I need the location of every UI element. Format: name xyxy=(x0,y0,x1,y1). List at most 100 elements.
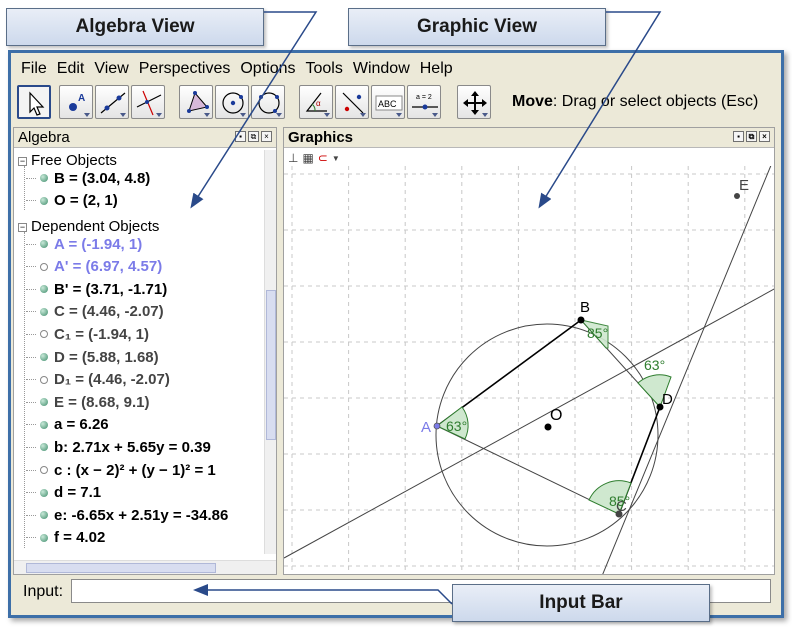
visible-object-toggle-icon[interactable] xyxy=(40,488,48,497)
tool-help-text: Move: Drag or select objects (Esc) xyxy=(512,93,758,111)
algebra-object-row[interactable]: f = 4.02 xyxy=(26,527,105,549)
visible-object-toggle-icon[interactable] xyxy=(40,398,48,407)
line-ab[interactable] xyxy=(284,288,775,559)
visible-object-toggle-icon[interactable] xyxy=(40,533,48,542)
angle-label-c: 85° xyxy=(609,493,630,509)
point-b[interactable] xyxy=(577,316,585,324)
algebra-object-row[interactable]: B' = (3.71, -1.71) xyxy=(26,278,167,300)
grid-toggle-icon[interactable]: ▦ xyxy=(302,151,313,165)
algebra-object-text: B' = (3.71, -1.71) xyxy=(54,280,168,298)
graphics-options-icon[interactable]: ▪ xyxy=(733,131,744,142)
move-tool-button[interactable] xyxy=(17,85,51,119)
visible-object-toggle-icon[interactable] xyxy=(40,196,48,205)
toolbar: A α ABC a = 2 Move: Drag or select objec… xyxy=(17,85,777,123)
visible-object-toggle-icon[interactable] xyxy=(40,240,48,248)
algebra-object-text: f = 4.02 xyxy=(54,529,106,547)
menu-view[interactable]: View xyxy=(89,60,133,78)
geogebra-window: File Edit View Perspectives Options Tool… xyxy=(8,50,784,618)
hidden-object-toggle-icon[interactable] xyxy=(40,466,48,474)
visible-object-toggle-icon[interactable] xyxy=(40,511,48,520)
line-tool-button[interactable] xyxy=(95,85,129,119)
algebra-object-row[interactable]: C₁ = (-1.94, 1) xyxy=(26,323,149,345)
magnet-icon[interactable]: ⊂ xyxy=(318,151,328,165)
circle-through-points-tool-button[interactable] xyxy=(251,85,285,119)
algebra-object-row[interactable]: e: -6.65x + 2.51y = -34.86 xyxy=(26,504,228,526)
algebra-object-row[interactable]: D = (5.88, 1.68) xyxy=(26,346,159,368)
graphics-close-icon[interactable]: × xyxy=(759,131,770,142)
algebra-vertical-scrollbar[interactable] xyxy=(264,150,276,554)
algebra-object-row[interactable]: E = (8.68, 9.1) xyxy=(26,391,149,413)
algebra-object-row[interactable]: O = (2, 1) xyxy=(26,190,118,212)
move-graphics-tool-button[interactable] xyxy=(457,85,491,119)
algebra-object-row[interactable]: c : (x − 2)² + (y − 1)² = 1 xyxy=(26,459,216,481)
algebra-object-row[interactable]: b: 2.71x + 5.65y = 0.39 xyxy=(26,436,211,458)
collapse-icon[interactable]: − xyxy=(18,223,27,232)
angle-label-d: 63° xyxy=(644,357,665,373)
menu-file[interactable]: File xyxy=(11,60,52,78)
algebra-object-text: A = (-1.94, 1) xyxy=(54,235,143,253)
algebra-object-text: O = (2, 1) xyxy=(54,192,118,210)
menu-tools[interactable]: Tools xyxy=(300,60,347,78)
algebra-object-row[interactable]: D₁ = (4.46, -2.07) xyxy=(26,369,170,391)
point-a[interactable] xyxy=(433,422,441,430)
hidden-object-toggle-icon[interactable] xyxy=(40,262,48,271)
menu-perspectives[interactable]: Perspectives xyxy=(134,60,236,78)
graphics-title: Graphics ▪ ⧉ × xyxy=(284,128,774,148)
algebra-view: Algebra ▪ ⧉ × − Free Objects B = (3.04, 4… xyxy=(13,127,277,575)
svg-text:A: A xyxy=(78,93,85,104)
slider-tool-button[interactable]: a = 2 xyxy=(407,85,441,119)
point-o[interactable] xyxy=(544,423,552,431)
menu-window[interactable]: Window xyxy=(348,60,415,78)
chevron-down-icon[interactable]: ▼ xyxy=(332,154,340,163)
visible-object-toggle-icon[interactable] xyxy=(40,353,48,361)
hidden-object-toggle-icon[interactable] xyxy=(40,375,48,384)
algebra-close-icon[interactable]: × xyxy=(261,131,272,142)
callout-input-bar: Input Bar xyxy=(452,584,710,622)
algebra-object-row[interactable]: a = 6.26 xyxy=(26,414,109,436)
angle-label-a: 63° xyxy=(446,418,467,434)
polygon-tool-button[interactable] xyxy=(179,85,213,119)
point-tool-button[interactable]: A xyxy=(59,85,93,119)
label-e: E xyxy=(739,177,749,194)
perpendicular-tool-button[interactable] xyxy=(131,85,165,119)
graphics-undock-icon[interactable]: ⧉ xyxy=(746,131,757,142)
menu-help[interactable]: Help xyxy=(415,60,458,78)
algebra-object-text: A' = (6.97, 4.57) xyxy=(54,258,163,276)
graphics-canvas[interactable]: A B D C E O 63° 85° 63° 85° xyxy=(284,166,775,575)
hidden-object-toggle-icon[interactable] xyxy=(40,330,48,339)
algebra-title: Algebra ▪ ⧉ × xyxy=(14,128,276,148)
collapse-icon[interactable]: − xyxy=(18,157,27,166)
algebra-object-row[interactable]: d = 7.1 xyxy=(26,482,101,504)
algebra-options-icon[interactable]: ▪ xyxy=(235,131,246,142)
tool-help-name: Move xyxy=(512,93,553,110)
visible-object-toggle-icon[interactable] xyxy=(40,307,48,316)
callout-graphic-view: Graphic View xyxy=(348,8,606,46)
algebra-object-text: C = (4.46, -2.07) xyxy=(54,303,164,321)
algebra-object-text: E = (8.68, 9.1) xyxy=(54,393,150,411)
svg-text:a = 2: a = 2 xyxy=(416,94,432,101)
visible-object-toggle-icon[interactable] xyxy=(40,285,48,294)
algebra-object-row[interactable]: A = (-1.94, 1) xyxy=(26,233,142,255)
axes-toggle-icon[interactable]: ⊥ xyxy=(288,151,298,165)
algebra-undock-icon[interactable]: ⧉ xyxy=(248,131,259,142)
svg-text:α: α xyxy=(316,99,321,108)
visible-object-toggle-icon[interactable] xyxy=(40,174,48,182)
algebra-object-text: a = 6.26 xyxy=(54,416,109,434)
text-tool-button[interactable]: ABC xyxy=(371,85,405,119)
algebra-object-text: d = 7.1 xyxy=(54,484,102,502)
graphics-style-bar: ⊥ ▦ ⊂ ▼ xyxy=(288,150,340,166)
menu-options[interactable]: Options xyxy=(235,60,300,78)
algebra-horizontal-scrollbar[interactable] xyxy=(14,560,276,574)
circle-tool-button[interactable] xyxy=(215,85,249,119)
algebra-object-row[interactable]: B = (3.04, 4.8) xyxy=(26,167,150,189)
algebra-object-row[interactable]: A' = (6.97, 4.57) xyxy=(26,256,162,278)
menu-edit[interactable]: Edit xyxy=(52,60,90,78)
input-label: Input: xyxy=(23,583,64,600)
algebra-object-row[interactable]: C = (4.46, -2.07) xyxy=(26,301,164,323)
visible-object-toggle-icon[interactable] xyxy=(40,420,48,429)
visible-object-toggle-icon[interactable] xyxy=(40,443,48,452)
algebra-tree: − Free Objects B = (3.04, 4.8) O = (2, 1) … xyxy=(14,150,266,554)
angle-tool-button[interactable]: α xyxy=(299,85,333,119)
label-o: O xyxy=(550,407,562,424)
reflect-tool-button[interactable] xyxy=(335,85,369,119)
